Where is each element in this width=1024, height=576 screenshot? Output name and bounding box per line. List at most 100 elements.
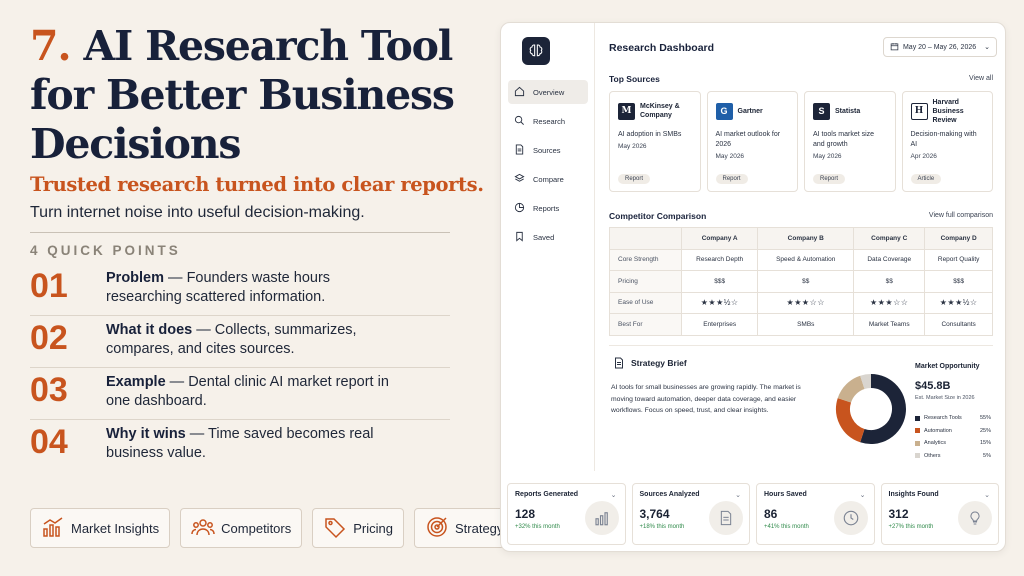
sidebar-item-saved[interactable]: Saved — [508, 225, 588, 249]
point-bold: Why it wins — [106, 426, 186, 442]
point-bold: What it does — [106, 322, 193, 338]
point-text: Example — Dental clinic AI market report… — [106, 371, 406, 411]
row-label: Pricing — [609, 270, 682, 293]
comparison-table: Company A Company B Company C Company D … — [609, 227, 993, 336]
legend-value: 5% — [983, 452, 991, 459]
view-all-link[interactable]: View all — [969, 75, 993, 82]
source-card[interactable]: G Gartner AI market outlook for 2026 May … — [706, 91, 798, 192]
headline-number: 7. — [30, 22, 72, 70]
tag-icon — [323, 515, 347, 542]
chip-pricing[interactable]: Pricing — [312, 508, 404, 548]
source-desc: AI adoption in SMBs — [618, 131, 682, 138]
brain-logo-icon[interactable] — [522, 37, 550, 65]
source-name: Statista — [835, 107, 861, 115]
market-title: Market Opportunity — [915, 363, 980, 370]
date-range-label: May 20 – May 26, 2026 — [902, 43, 977, 51]
divider — [30, 232, 450, 233]
source-date: May 2026 — [813, 153, 842, 160]
donut-slice — [860, 374, 872, 390]
table-cell: $$ — [853, 270, 926, 293]
source-card[interactable]: S Statista AI tools market size and growt… — [804, 91, 896, 192]
stats-row: Reports Generated ⌄ 128 +32% this month … — [507, 483, 999, 545]
lightbulb-icon — [958, 501, 992, 535]
top-sources-title: Top Sources — [609, 74, 660, 84]
point-bold: Example — [106, 374, 166, 390]
chip-label: Competitors — [221, 520, 292, 536]
source-tag: Report — [715, 174, 748, 184]
bar-chart-icon — [584, 501, 619, 535]
source-date: May 2026 — [618, 143, 647, 150]
legend-value: 15% — [979, 440, 991, 447]
point-text: What it does — Collects, summarizes, com… — [106, 319, 406, 359]
table-cell: Market Teams — [853, 313, 926, 336]
stat-label: Sources Analyzed — [639, 491, 700, 498]
stat-card[interactable]: Sources Analyzed ⌄ 3,764 +18% this month — [631, 483, 750, 545]
mckinsey-logo-icon: M — [618, 102, 635, 120]
stat-label: Insights Found — [888, 491, 939, 498]
source-tag: Report — [813, 174, 846, 184]
legend-item: Automation 25% — [915, 425, 991, 438]
point-item: 01 Problem — Founders waste hours resear… — [30, 264, 450, 316]
legend-item: Others 5% — [915, 450, 991, 463]
table-cell: Enterprises — [680, 313, 759, 336]
table-cell: Consultants — [924, 313, 993, 336]
dashboard-window: Overview Research Sources Compare Report… — [500, 22, 1006, 552]
document-icon — [514, 143, 525, 157]
table-cell: $$$ — [680, 270, 759, 293]
market-value: $45.8B — [915, 380, 951, 392]
point-item: 04 Why it wins — Time saved becomes real… — [30, 420, 450, 472]
stat-card[interactable]: Reports Generated ⌄ 128 +32% this month — [507, 483, 626, 545]
sources-row: M McKinsey & Company AI adoption in SMBs … — [609, 91, 993, 192]
target-icon — [425, 515, 449, 542]
legend-swatch — [915, 440, 920, 446]
star-rating: ★★★½☆ — [924, 291, 993, 314]
brief-text: AI tools for small businesses are growin… — [611, 384, 801, 414]
table-header: Company B — [757, 227, 855, 250]
table-header: Company C — [853, 227, 926, 250]
sidebar-item-overview[interactable]: Overview — [508, 80, 588, 104]
source-desc: Decision-making with AI — [910, 131, 977, 148]
row-label: Best For — [609, 313, 682, 336]
stat-label: Hours Saved — [764, 491, 807, 498]
table-header — [609, 227, 682, 250]
chip-competitors[interactable]: Competitors — [180, 508, 303, 548]
chip-label: Market Insights — [71, 520, 160, 536]
chevron-down-icon: ⌄ — [984, 44, 990, 51]
chevron-down-icon[interactable]: ⌄ — [735, 491, 741, 499]
date-range-picker[interactable]: May 20 – May 26, 2026 ⌄ — [882, 37, 997, 57]
document-icon — [613, 356, 625, 375]
sidebar-item-research[interactable]: Research — [508, 109, 588, 133]
stat-card[interactable]: Insights Found ⌄ 312 +27% this month — [880, 483, 999, 545]
sidebar-item-compare[interactable]: Compare — [508, 167, 588, 191]
stat-card[interactable]: Hours Saved ⌄ 86 +41% this month — [756, 483, 875, 545]
point-item: 02 What it does — Collects, summarizes, … — [30, 316, 450, 368]
legend-swatch — [915, 453, 920, 459]
sidebar-item-label: Overview — [533, 87, 565, 97]
table-header: Company A — [680, 227, 759, 250]
source-card[interactable]: H Harvard Business Review Decision-making… — [901, 91, 993, 192]
home-icon — [514, 86, 525, 99]
star-rating: ★★★☆☆ — [853, 291, 926, 314]
sidebar-item-reports[interactable]: Reports — [508, 196, 588, 220]
headline-line2: for Better Business — [30, 71, 455, 119]
legend-label: Analytics — [924, 440, 947, 447]
dashboard-title: Research Dashboard — [609, 42, 715, 54]
chip-market-insights[interactable]: Market Insights — [30, 508, 171, 548]
market-legend: Research Tools 55% Automation 25% Analytics 1… — [915, 412, 991, 462]
view-full-comparison-link[interactable]: View full comparison — [929, 212, 993, 219]
source-tag: Report — [618, 174, 651, 184]
chevron-down-icon[interactable]: ⌄ — [860, 491, 866, 499]
chevron-down-icon[interactable]: ⌄ — [984, 491, 990, 499]
chevron-down-icon[interactable]: ⌄ — [611, 491, 617, 499]
legend-item: Analytics 15% — [915, 437, 991, 450]
source-tag: Article — [910, 174, 942, 184]
sidebar-item-sources[interactable]: Sources — [508, 138, 588, 162]
table-row: Core Strength Research Depth Speed & Aut… — [609, 248, 993, 271]
comparison-title: Competitor Comparison — [609, 211, 707, 221]
bar-chart-icon — [41, 515, 65, 542]
table-cell: Data Coverage — [853, 248, 926, 271]
table-cell: $$ — [757, 270, 855, 293]
source-card[interactable]: M McKinsey & Company AI adoption in SMBs … — [609, 91, 701, 192]
point-number: 04 — [30, 423, 68, 461]
bookmark-icon — [514, 231, 525, 244]
